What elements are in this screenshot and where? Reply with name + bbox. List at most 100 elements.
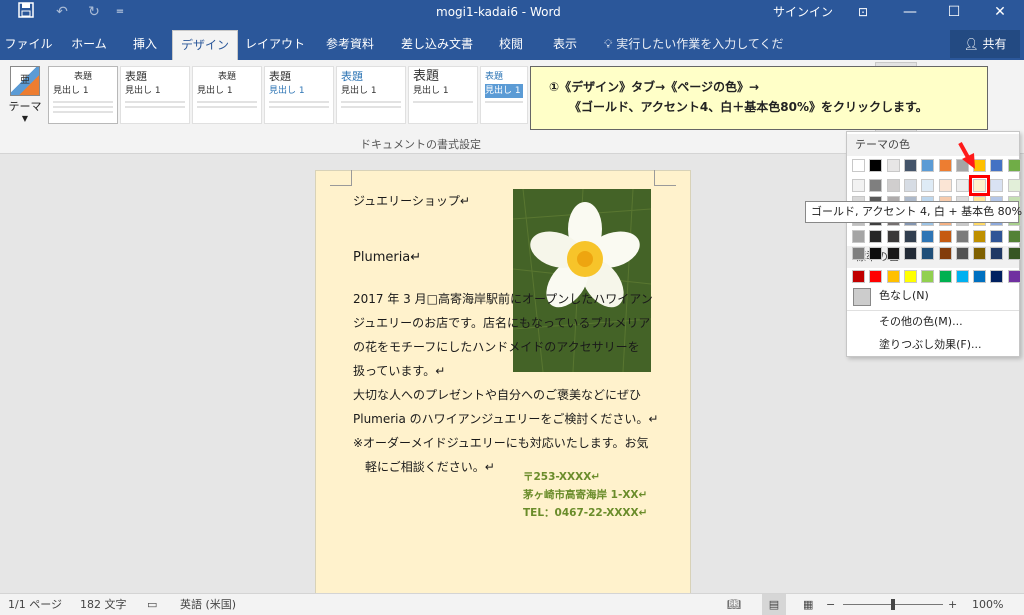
- web-layout-icon[interactable]: ▦: [803, 594, 813, 615]
- theme-color-swatch[interactable]: [886, 230, 900, 243]
- tab-review[interactable]: 校閲: [490, 30, 532, 60]
- theme-color-swatch[interactable]: [886, 247, 900, 260]
- zoom-in-button[interactable]: +: [948, 594, 957, 615]
- theme-color-swatch[interactable]: [990, 247, 1004, 260]
- style-set-2[interactable]: 表題 見出し 1: [120, 66, 190, 124]
- style-set-4[interactable]: 表題 見出し 1: [264, 66, 334, 124]
- theme-color-swatch[interactable]: [1007, 179, 1021, 192]
- address-street: 茅ヶ崎市高寄海岸 1-XX↵: [523, 489, 648, 501]
- theme-color-swatch[interactable]: [886, 179, 900, 192]
- theme-color-swatch[interactable]: [973, 230, 987, 243]
- page-color-dropdown: テーマの色 標準の色 色なし(N) その他の色(M)... 塗りつぶし効果(F)…: [846, 131, 1021, 357]
- tab-design[interactable]: デザイン: [172, 30, 238, 60]
- theme-color-swatch[interactable]: [955, 179, 969, 192]
- tab-layout[interactable]: レイアウト: [244, 30, 306, 60]
- theme-color-swatch[interactable]: [852, 159, 865, 172]
- tab-file[interactable]: ファイル: [0, 30, 57, 60]
- crop-mark: [330, 170, 352, 186]
- tab-insert[interactable]: 挿入: [122, 30, 168, 60]
- theme-color-swatch[interactable]: [990, 230, 1004, 243]
- theme-color-swatch[interactable]: [990, 159, 1004, 172]
- theme-color-swatch[interactable]: [921, 230, 935, 243]
- theme-color-swatch[interactable]: [903, 230, 917, 243]
- style-set-5[interactable]: 表題 見出し 1: [336, 66, 406, 124]
- theme-color-swatch[interactable]: [921, 247, 935, 260]
- theme-color-swatch[interactable]: [869, 230, 883, 243]
- style-set-3[interactable]: 表題 見出し 1: [192, 66, 262, 124]
- minimize-icon[interactable]: —: [898, 2, 922, 22]
- style-set-6[interactable]: 表題 見出し 1: [408, 66, 478, 124]
- maximize-icon[interactable]: ☐: [942, 2, 966, 22]
- qat-customize-icon[interactable]: =: [108, 2, 132, 22]
- theme-color-swatch[interactable]: [852, 247, 865, 260]
- standard-color-swatch[interactable]: [852, 270, 865, 283]
- standard-color-swatch[interactable]: [973, 270, 987, 283]
- theme-color-swatch[interactable]: [973, 247, 987, 260]
- theme-color-swatch[interactable]: [903, 179, 917, 192]
- theme-color-swatch[interactable]: [938, 159, 952, 172]
- themes-button[interactable]: 亜 テーマ ▼: [6, 64, 44, 144]
- theme-color-swatch[interactable]: [903, 159, 917, 172]
- save-icon[interactable]: [14, 2, 38, 22]
- zoom-out-button[interactable]: −: [826, 594, 835, 615]
- standard-color-swatch[interactable]: [1007, 270, 1021, 283]
- tab-view[interactable]: 表示: [542, 30, 588, 60]
- theme-color-swatch[interactable]: [903, 247, 917, 260]
- close-icon[interactable]: ✕: [988, 2, 1012, 22]
- theme-color-swatch[interactable]: [886, 159, 900, 172]
- standard-color-swatch[interactable]: [921, 270, 935, 283]
- more-colors-item[interactable]: その他の色(M)...: [879, 312, 963, 332]
- theme-color-swatch[interactable]: [1007, 230, 1021, 243]
- read-mode-icon[interactable]: 📖︎: [727, 594, 741, 615]
- page-count[interactable]: 1/1 ページ: [8, 594, 62, 615]
- zoom-level[interactable]: 100%: [972, 594, 1003, 615]
- style-set-7[interactable]: 表題 見出し 1: [480, 66, 528, 124]
- theme-color-swatch[interactable]: [869, 247, 883, 260]
- standard-color-swatch[interactable]: [903, 270, 917, 283]
- tab-mailings[interactable]: 差し込み文書: [394, 30, 480, 60]
- document-page[interactable]: ジュエリーショップ↵ Plumeria↵ 2017 年 3 月□高寄海岸駅前にオ…: [315, 170, 691, 600]
- theme-color-swatch[interactable]: [938, 179, 952, 192]
- fill-effects-item[interactable]: 塗りつぶし効果(F)...: [879, 335, 982, 355]
- theme-color-swatch[interactable]: [1007, 159, 1021, 172]
- share-button[interactable]: 👤︎ 共有: [950, 30, 1020, 58]
- theme-color-swatch[interactable]: [990, 179, 1004, 192]
- callout-line-1: ①《デザイン》タブ→《ページの色》→: [549, 80, 760, 94]
- standard-color-swatch[interactable]: [869, 270, 883, 283]
- word-count[interactable]: 182 文字: [80, 594, 127, 615]
- theme-color-swatch[interactable]: [938, 230, 952, 243]
- undo-icon[interactable]: ↶: [50, 2, 74, 22]
- theme-color-swatch[interactable]: [1007, 247, 1021, 260]
- signin-link[interactable]: サインイン: [773, 0, 833, 30]
- standard-color-swatch[interactable]: [886, 270, 900, 283]
- print-layout-icon[interactable]: ▤: [762, 594, 786, 615]
- body-line: 大切な人へのプレゼントや自分へのご褒美などにぜひ: [353, 388, 642, 402]
- theme-color-swatch[interactable]: [955, 247, 969, 260]
- style-set-1[interactable]: 表題 見出し 1: [48, 66, 118, 124]
- theme-color-swatch[interactable]: [955, 230, 969, 243]
- standard-color-swatch[interactable]: [990, 270, 1004, 283]
- theme-color-swatch[interactable]: [852, 230, 865, 243]
- zoom-slider-thumb[interactable]: [891, 599, 895, 610]
- theme-color-swatch[interactable]: [869, 179, 883, 192]
- theme-color-swatch[interactable]: [921, 159, 935, 172]
- tab-home[interactable]: ホーム: [60, 30, 118, 60]
- tab-references[interactable]: 参考資料: [318, 30, 382, 60]
- proofing-icon[interactable]: ▭: [147, 594, 157, 615]
- address-phone: TEL：0467-22-XXXX↵: [523, 507, 648, 519]
- style-set-title: 表題: [341, 70, 363, 83]
- theme-color-swatch[interactable]: [869, 159, 883, 172]
- tell-me-box[interactable]: 💡︎ 実行したい作業を入力してください: [604, 30, 784, 79]
- style-set-title: 表題: [125, 70, 147, 83]
- standard-color-swatch[interactable]: [938, 270, 952, 283]
- theme-color-swatch[interactable]: [852, 179, 865, 192]
- standard-color-swatch[interactable]: [955, 270, 969, 283]
- no-color-item[interactable]: 色なし(N): [879, 286, 929, 306]
- language-indicator[interactable]: 英語 (米国): [180, 594, 236, 615]
- body-line: 扱っています。↵: [353, 364, 446, 378]
- theme-color-swatch[interactable]: [938, 247, 952, 260]
- gold-accent4-80-swatch[interactable]: [969, 175, 991, 196]
- ribbon-display-options-icon[interactable]: ⊡: [851, 2, 875, 22]
- redo-icon[interactable]: ↻: [82, 2, 106, 22]
- theme-color-swatch[interactable]: [921, 179, 935, 192]
